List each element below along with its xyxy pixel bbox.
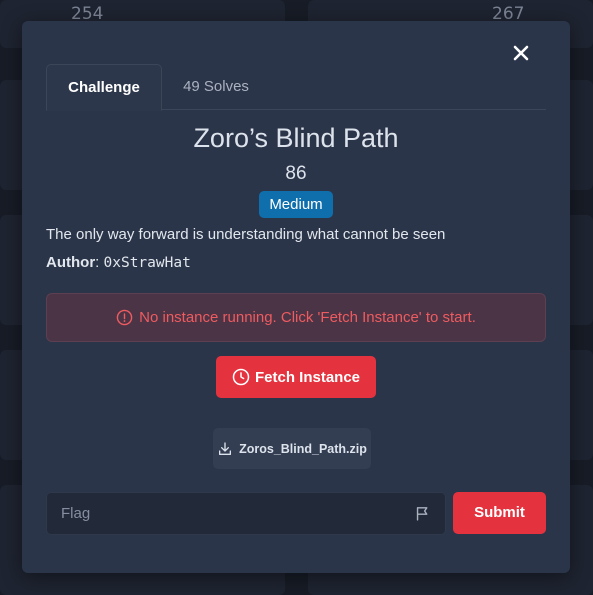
close-button[interactable] xyxy=(509,41,533,65)
tab-solves[interactable]: 49 Solves xyxy=(166,64,266,109)
author-separator: : xyxy=(95,254,104,271)
download-icon xyxy=(219,441,232,455)
clock-icon xyxy=(232,368,250,386)
challenge-modal: Challenge 49 Solves Zoro’s Blind Path 86… xyxy=(22,21,570,573)
challenge-description: The only way forward is understanding wh… xyxy=(46,226,446,243)
flag-field xyxy=(46,492,446,535)
fetch-instance-button[interactable]: Fetch Instance xyxy=(216,356,376,398)
tab-challenge[interactable]: Challenge xyxy=(46,64,162,111)
modal-tabs: Challenge 49 Solves xyxy=(46,64,546,111)
flag-icon xyxy=(416,507,428,521)
challenge-author: Author: 0xStrawHat xyxy=(46,254,191,271)
flag-input[interactable] xyxy=(47,493,401,534)
difficulty-badge: Medium xyxy=(259,191,333,218)
author-label: Author xyxy=(46,254,96,271)
fetch-instance-label: Fetch Instance xyxy=(254,368,361,386)
info-icon xyxy=(116,309,133,326)
challenge-points: 86 xyxy=(285,163,307,184)
file-download-button[interactable]: Zoros_Blind_Path.zip xyxy=(213,428,371,469)
close-icon[interactable] xyxy=(509,41,533,65)
submit-button[interactable]: Submit xyxy=(453,492,546,534)
alert-message: No instance running. Click 'Fetch Instan… xyxy=(139,309,476,326)
author-name: 0xStrawHat xyxy=(103,255,191,271)
file-name: Zoros_Blind_Path.zip xyxy=(239,441,367,456)
instance-alert: No instance running. Click 'Fetch Instan… xyxy=(46,293,546,342)
challenge-title: Zoro’s Blind Path xyxy=(193,123,399,153)
